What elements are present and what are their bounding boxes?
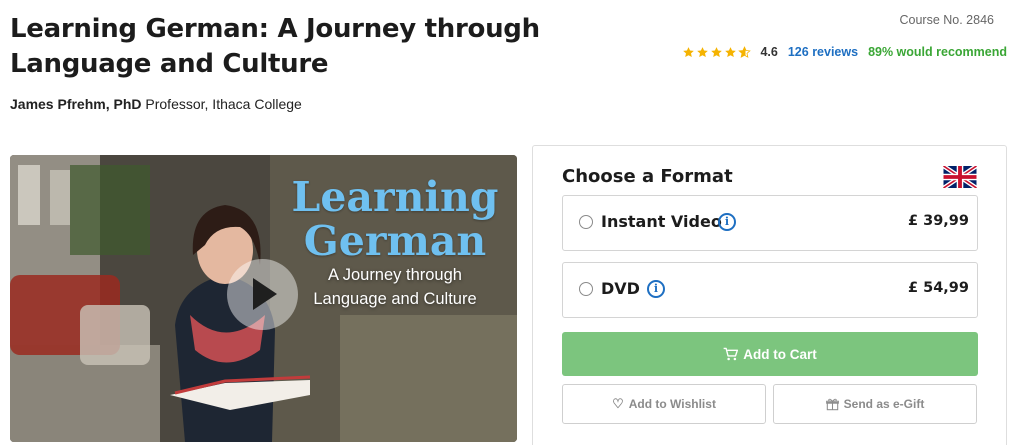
hero-title: Learning German: [280, 175, 510, 263]
recommend-percentage: 89% would recommend: [868, 45, 1007, 59]
course-video-thumbnail[interactable]: Learning German A Journey through Langua…: [10, 155, 517, 442]
star-icon: [697, 46, 709, 57]
add-to-wishlist-button[interactable]: ♡ Add to Wishlist: [562, 384, 766, 424]
course-number: Course No. 2846: [899, 13, 994, 27]
radio-button[interactable]: [579, 282, 593, 296]
reviews-link[interactable]: 126 reviews: [788, 45, 858, 59]
hero-title-line: Learning: [291, 173, 499, 221]
course-title: Learning German: A Journey through Langu…: [10, 14, 540, 79]
uk-flag-icon[interactable]: [943, 166, 977, 188]
rating-summary: 4.6 126 reviews 89% would recommend: [682, 45, 1007, 59]
hero-title-line: German: [303, 217, 487, 265]
instructor-name[interactable]: James Pfrehm, PhD: [10, 96, 142, 112]
gift-icon: [825, 398, 839, 410]
send-gift-label: Send as e-Gift: [843, 397, 925, 411]
hero-subtitle: A Journey through Language and Culture: [295, 263, 495, 311]
info-icon[interactable]: i: [647, 280, 665, 298]
radio-button[interactable]: [579, 215, 593, 229]
instructor-line: James Pfrehm, PhD Professor, Ithaca Coll…: [10, 96, 302, 112]
add-to-cart-label: Add to Cart: [743, 346, 817, 362]
format-option-label: Instant Video: [601, 212, 722, 231]
info-icon[interactable]: i: [718, 213, 736, 231]
format-panel: Choose a Format Instant Video i £ 39,99 …: [532, 145, 1007, 445]
hero-subtitle-line: Language and Culture: [313, 290, 477, 308]
add-to-cart-button[interactable]: Add to Cart: [562, 332, 978, 376]
rating-value: 4.6: [760, 45, 778, 59]
star-icon: [711, 46, 723, 57]
half-star-icon: [738, 45, 752, 58]
play-button-icon[interactable]: [227, 259, 298, 330]
hero-subtitle-line: A Journey through: [328, 266, 462, 284]
star-icon: [725, 46, 737, 57]
star-icon: [683, 46, 695, 57]
instructor-affiliation: Professor, Ithaca College: [145, 96, 302, 112]
format-option-instant-video[interactable]: Instant Video i £ 39,99: [562, 195, 978, 251]
heart-icon: ♡: [612, 396, 624, 411]
format-heading: Choose a Format: [562, 166, 733, 187]
format-option-price: £ 54,99: [907, 280, 969, 296]
star-rating: [682, 45, 752, 59]
cart-icon: [723, 347, 739, 361]
send-gift-button[interactable]: Send as e-Gift: [773, 384, 977, 424]
format-option-price: £ 39,99: [907, 213, 969, 229]
add-to-wishlist-label: Add to Wishlist: [628, 397, 716, 411]
format-option-dvd[interactable]: DVD i £ 54,99: [562, 262, 978, 318]
format-option-label: DVD: [601, 279, 640, 298]
